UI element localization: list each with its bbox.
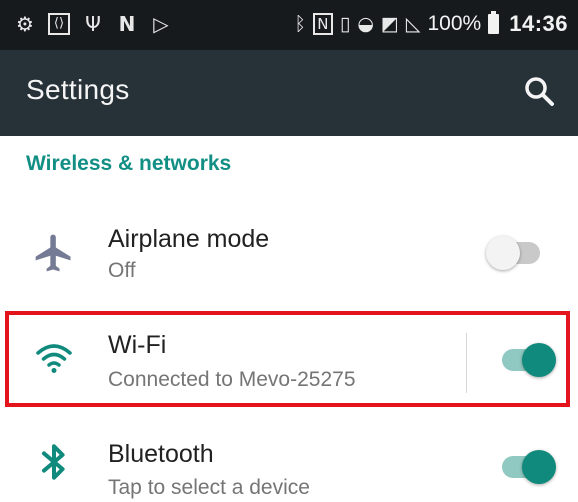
vibrate-icon: ▯ bbox=[339, 13, 351, 35]
no-sim-icon: ◩ bbox=[380, 13, 399, 35]
wifi-no-internet-icon: ◒ bbox=[357, 13, 374, 35]
bluetooth-icon bbox=[42, 444, 65, 480]
airplane-mode-row[interactable]: Airplane mode Off bbox=[0, 205, 578, 305]
n-notification-icon: N bbox=[118, 12, 136, 36]
airplane-mode-title: Airplane mode bbox=[108, 225, 270, 253]
search-icon bbox=[525, 77, 554, 106]
bluetooth-toggle[interactable] bbox=[496, 446, 560, 486]
nfc-icon: N bbox=[312, 13, 333, 35]
clock: 14:36 bbox=[509, 11, 568, 36]
airplane-mode-subtitle: Off bbox=[108, 259, 136, 282]
play-store-icon: ▷ bbox=[153, 12, 169, 36]
bluetooth-title: Bluetooth bbox=[108, 440, 214, 468]
battery-percent: 100% bbox=[427, 12, 482, 35]
notification-icons: ⚙ ⟨⟩ Ψ N ▷ bbox=[14, 13, 172, 35]
system-icons: ᛒ N ▯ ◒ ◩ ◺ 100% 14:36 bbox=[294, 11, 568, 36]
toggle-thumb bbox=[522, 450, 556, 484]
usb-icon: Ψ bbox=[85, 12, 101, 36]
section-header: Wireless & networks bbox=[26, 152, 232, 175]
toggle-thumb bbox=[486, 236, 520, 270]
airplane-icon bbox=[35, 234, 71, 272]
page-title: Settings bbox=[26, 74, 130, 105]
search-button[interactable] bbox=[522, 74, 558, 110]
no-signal-icon: ◺ bbox=[405, 13, 421, 35]
bluetooth-icon: ᛒ bbox=[294, 13, 306, 35]
airplane-mode-toggle[interactable] bbox=[486, 232, 550, 272]
bluetooth-row[interactable]: Bluetooth Tap to select a device bbox=[0, 420, 578, 502]
code-box-icon: ⟨⟩ bbox=[48, 13, 70, 35]
settings-gear-icon: ⚙ bbox=[16, 12, 34, 36]
status-bar: ⚙ ⟨⟩ Ψ N ▷ ᛒ N ▯ ◒ ◩ ◺ 100% 14:36 bbox=[0, 0, 578, 50]
app-bar: Settings bbox=[0, 50, 578, 136]
highlight-box bbox=[5, 311, 570, 407]
bluetooth-subtitle: Tap to select a device bbox=[108, 476, 310, 499]
battery-icon bbox=[488, 11, 500, 34]
